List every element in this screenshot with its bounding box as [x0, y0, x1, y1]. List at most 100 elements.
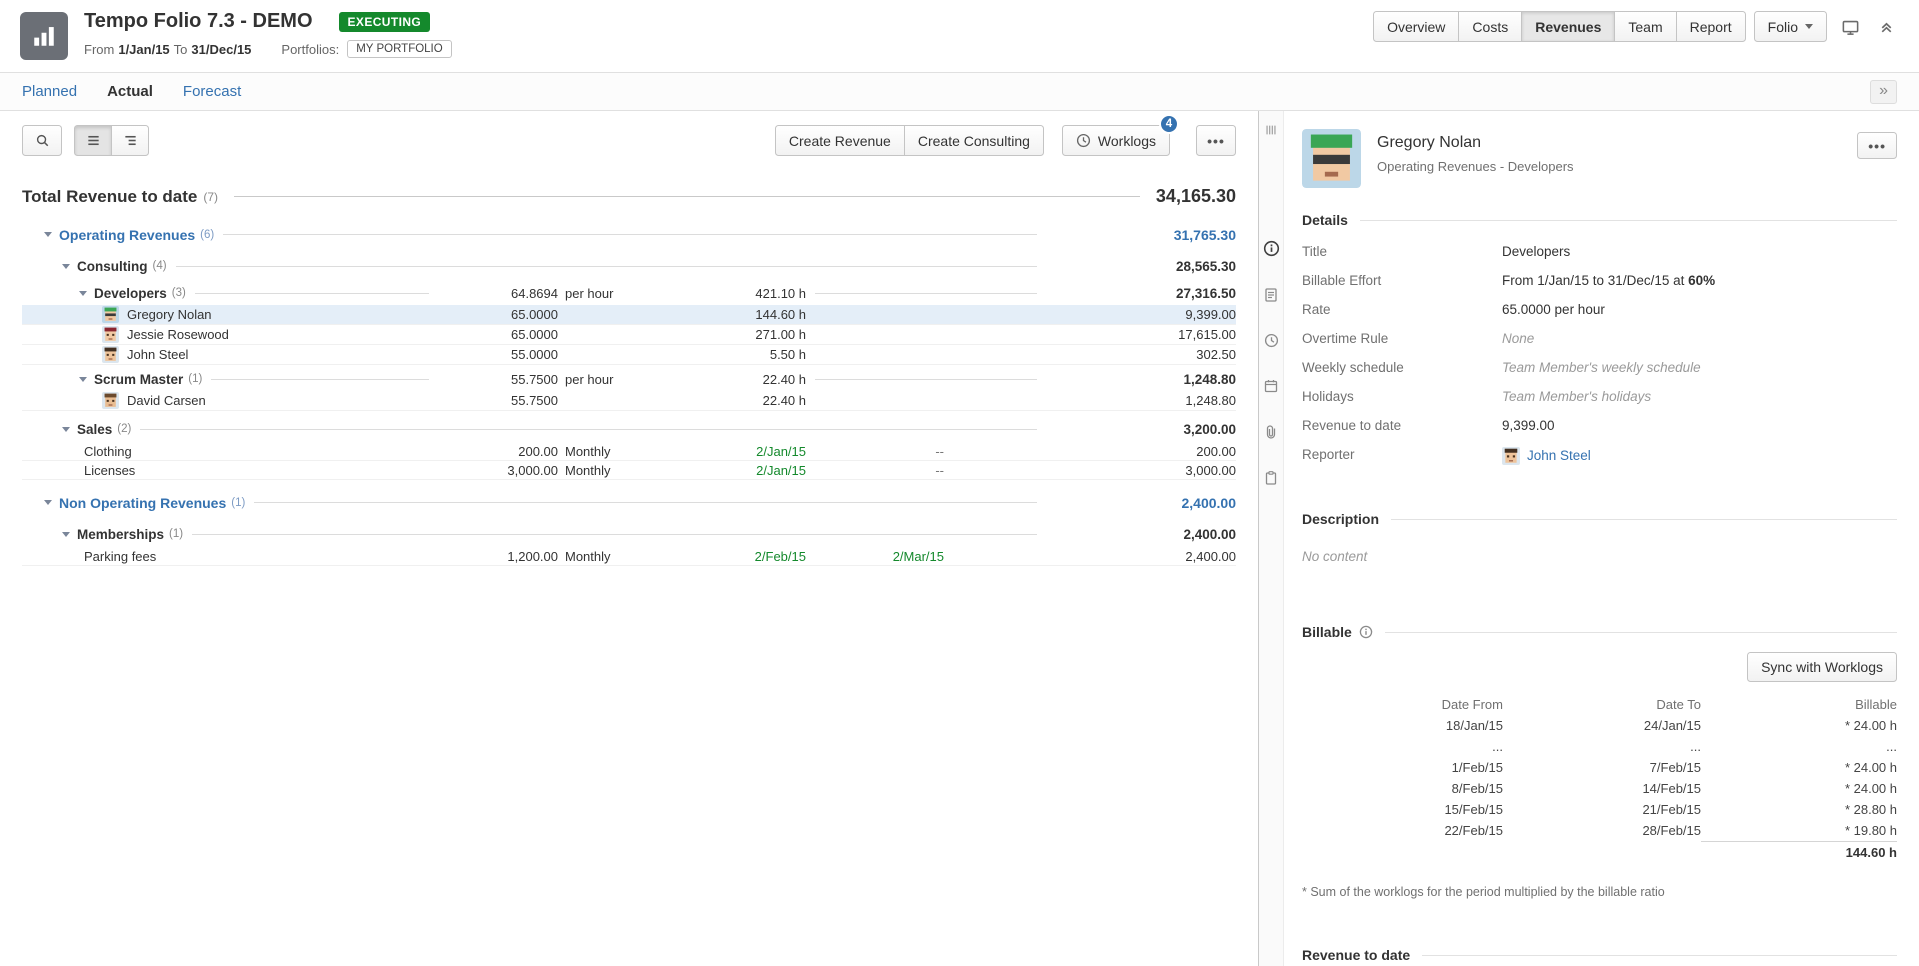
revenue-toolbar: Create Revenue Create Consulting Worklog…	[22, 125, 1236, 156]
reporter-link[interactable]: John Steel	[1527, 448, 1591, 464]
expand-caret-icon[interactable]	[44, 232, 52, 237]
panel-resize-handle[interactable]	[1264, 123, 1278, 142]
expand-caret-icon[interactable]	[79, 377, 87, 382]
row-count: (1)	[188, 373, 202, 385]
total-revenue-count: (7)	[203, 190, 218, 204]
tree-row-licenses[interactable]: Licenses3,000.00Monthly2/Jan/15--3,000.0…	[22, 461, 1236, 480]
clock-tab-icon[interactable]	[1262, 331, 1281, 350]
cell-suffix: per hour	[558, 372, 633, 387]
row-label-zone: Developers(3)	[22, 286, 186, 301]
row-label: Memberships	[77, 527, 164, 542]
tree-row-consulting[interactable]: Consulting(4)28,565.30	[22, 253, 1236, 279]
billable-cell: 24/Jan/15	[1503, 715, 1701, 736]
worklogs-label: Worklogs	[1098, 133, 1156, 149]
attachment-tab-icon[interactable]	[1261, 422, 1281, 442]
billable-cell: * 28.80 h	[1701, 799, 1897, 820]
create-revenue-button[interactable]: Create Revenue	[775, 125, 905, 156]
expand-panel-icon[interactable]: »	[1870, 80, 1897, 104]
row-count: (1)	[169, 528, 183, 540]
nav-tab-report[interactable]: Report	[1676, 11, 1746, 42]
tree-row-david-carsen[interactable]: David Carsen55.750022.40 h1,248.80	[22, 391, 1236, 411]
sync-with-worklogs-button[interactable]: Sync with Worklogs	[1747, 652, 1897, 682]
folio-menu-button[interactable]: Folio	[1754, 11, 1827, 42]
leader-line	[197, 354, 429, 355]
worklogs-button[interactable]: Worklogs	[1062, 125, 1170, 156]
tree-row-non-operating-revenues[interactable]: Non Operating Revenues(1)2,400.00	[22, 489, 1236, 516]
cell-c4: --	[806, 463, 956, 478]
tree-row-memberships[interactable]: Memberships(1)2,400.00	[22, 521, 1236, 547]
description-empty-text: No content	[1302, 549, 1897, 564]
row-label: Gregory Nolan	[127, 307, 212, 322]
tree-row-operating-revenues[interactable]: Operating Revenues(6)31,765.30	[22, 221, 1236, 248]
leader-line	[192, 534, 1037, 535]
row-label: Clothing	[84, 444, 132, 459]
cell-suffix: per hour	[558, 286, 633, 301]
detail-field-holidays: HolidaysTeam Member's holidays	[1302, 389, 1897, 405]
create-consulting-button[interactable]: Create Consulting	[904, 125, 1044, 156]
info-tab-icon[interactable]	[1261, 238, 1282, 259]
person-header: Gregory Nolan Operating Revenues - Devel…	[1302, 111, 1897, 188]
cell-rate: 1,200.00	[438, 549, 558, 564]
tree-row-jessie-rosewood[interactable]: Jessie Rosewood65.0000271.00 h17,615.00	[22, 325, 1236, 345]
billable-cell: 14/Feb/15	[1503, 778, 1701, 799]
tree-row-clothing[interactable]: Clothing200.00Monthly2/Jan/15--200.00	[22, 442, 1236, 461]
expand-caret-icon[interactable]	[62, 532, 70, 537]
field-label: Revenue to date	[1302, 418, 1502, 434]
tree-row-sales[interactable]: Sales(2)3,200.00	[22, 416, 1236, 442]
search-button[interactable]	[22, 125, 62, 156]
field-value: Team Member's weekly schedule	[1502, 360, 1701, 376]
title-block: Tempo Folio 7.3 - DEMO EXECUTING From 1/…	[84, 0, 452, 72]
cell-amt: 3,200.00	[1046, 422, 1236, 437]
row-label: Licenses	[84, 463, 135, 478]
clipboard-tab-icon[interactable]	[1261, 468, 1281, 488]
cell-suffix: Monthly	[558, 463, 633, 478]
tree-row-john-steel[interactable]: John Steel55.00005.50 h302.50	[22, 345, 1236, 365]
avatar	[102, 346, 119, 363]
person-subtitle: Operating Revenues - Developers	[1377, 159, 1857, 174]
nav-tab-costs[interactable]: Costs	[1458, 11, 1522, 42]
notes-tab-icon[interactable]	[1261, 285, 1281, 305]
panel-more-actions-button[interactable]: •••	[1857, 132, 1897, 159]
field-label: Rate	[1302, 302, 1502, 318]
billable-col-header: Date From	[1328, 694, 1503, 715]
billable-cell: ...	[1503, 736, 1701, 757]
more-actions-button[interactable]: •••	[1196, 125, 1236, 156]
detail-field-billable-effort: Billable EffortFrom 1/Jan/15 to 31/Dec/1…	[1302, 273, 1897, 289]
expand-caret-icon[interactable]	[79, 291, 87, 296]
grouped-list-view-button[interactable]	[111, 125, 149, 156]
collapse-header-icon[interactable]	[1874, 14, 1899, 39]
flat-list-view-button[interactable]	[74, 125, 112, 156]
row-count: (6)	[200, 229, 214, 241]
avatar	[1502, 447, 1520, 465]
portfolio-lozenge[interactable]: MY PORTFOLIO	[347, 40, 451, 58]
revenue-panel: Create Revenue Create Consulting Worklog…	[0, 111, 1258, 966]
view-tab-planned[interactable]: Planned	[22, 83, 77, 100]
leader-line	[815, 379, 1037, 380]
details-fields: TitleDevelopersBillable EffortFrom 1/Jan…	[1302, 244, 1897, 465]
field-value: Team Member's holidays	[1502, 389, 1651, 405]
nav-tab-team[interactable]: Team	[1614, 11, 1676, 42]
expand-caret-icon[interactable]	[62, 264, 70, 269]
tree-row-parking-fees[interactable]: Parking fees1,200.00Monthly2/Feb/152/Mar…	[22, 547, 1236, 566]
nav-tab-overview[interactable]: Overview	[1373, 11, 1459, 42]
presentation-mode-icon[interactable]	[1837, 14, 1864, 41]
cell-rate: 55.7500	[438, 393, 558, 408]
nav-tab-revenues[interactable]: Revenues	[1521, 11, 1615, 42]
tree-row-scrum-master[interactable]: Scrum Master(1)55.7500per hour22.40 h1,2…	[22, 367, 1236, 391]
calendar-tab-icon[interactable]	[1261, 376, 1281, 396]
tree-row-developers[interactable]: Developers(3)64.8694per hour421.10 h27,3…	[22, 281, 1236, 305]
to-label: To	[174, 42, 188, 57]
leader-line	[234, 196, 1140, 197]
view-tab-actual[interactable]: Actual	[107, 83, 153, 100]
leader-line	[211, 379, 429, 380]
tree-row-gregory-nolan[interactable]: Gregory Nolan65.0000144.60 h9,399.00	[22, 305, 1236, 325]
expand-caret-icon[interactable]	[44, 500, 52, 505]
cell-suffix: Monthly	[558, 549, 633, 564]
view-tab-forecast[interactable]: Forecast	[183, 83, 241, 100]
expand-caret-icon[interactable]	[62, 427, 70, 432]
from-date: 1/Jan/15	[118, 42, 169, 57]
revenue-tree: Operating Revenues(6)31,765.30 Consulting…	[22, 221, 1236, 566]
field-value: 9,399.00	[1502, 418, 1555, 434]
detail-field-reporter: ReporterJohn Steel	[1302, 447, 1897, 465]
billable-cell: 7/Feb/15	[1503, 757, 1701, 778]
